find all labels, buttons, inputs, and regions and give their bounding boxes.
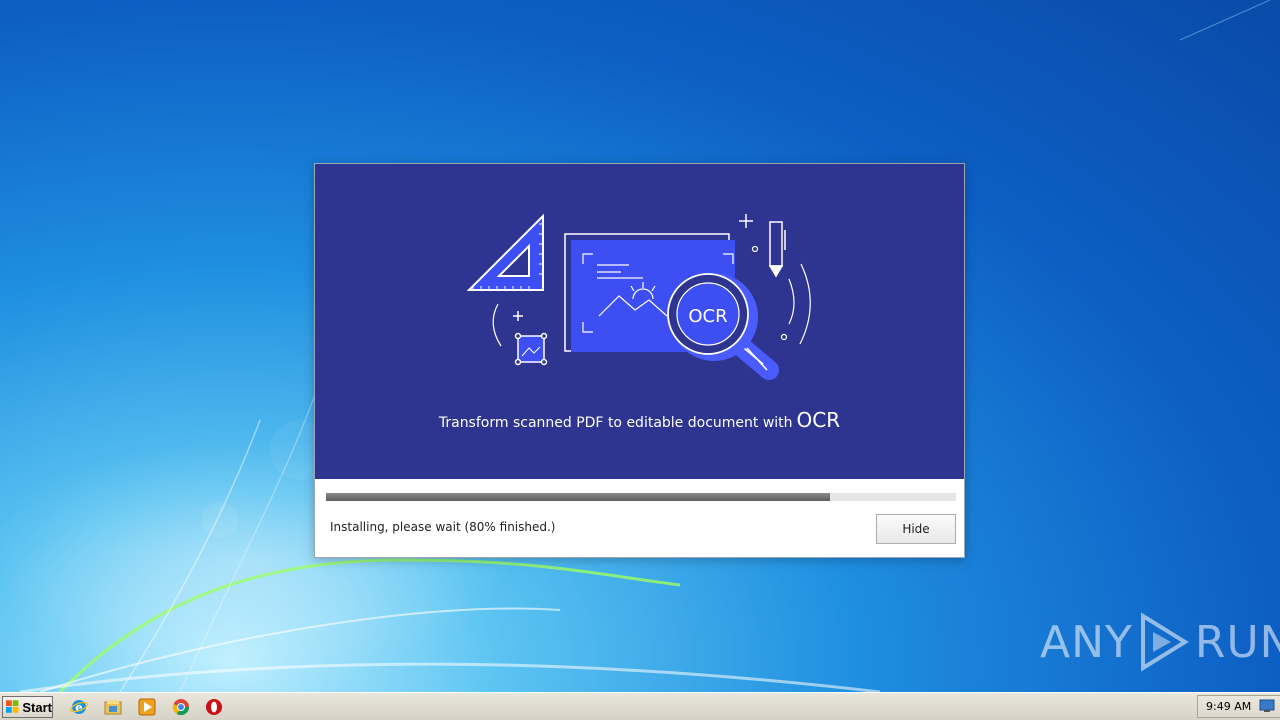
windows-logo-icon xyxy=(6,700,19,713)
installer-dialog: OCR Transform scanned PDF to editable do… xyxy=(314,163,965,558)
play-logo-icon xyxy=(1140,612,1189,672)
ocr-banner: OCR Transform scanned PDF to editable do… xyxy=(315,164,964,479)
file-explorer-icon[interactable] xyxy=(104,698,122,716)
taskbar: Start e 9:49 AM xyxy=(0,692,1280,720)
anyrun-watermark: ANY RUN xyxy=(1040,612,1280,672)
clock[interactable]: 9:49 AM xyxy=(1206,700,1251,713)
tagline: Transform scanned PDF to editable docume… xyxy=(315,408,964,432)
tagline-text: Transform scanned PDF to editable docume… xyxy=(438,415,793,431)
pen-icon xyxy=(768,221,786,278)
media-player-icon[interactable] xyxy=(138,698,156,716)
system-tray: 9:49 AM xyxy=(1197,695,1280,718)
start-button[interactable]: Start xyxy=(2,696,53,718)
watermark-left: ANY xyxy=(1040,616,1133,668)
opera-icon[interactable] xyxy=(205,698,223,716)
show-desktop-icon[interactable] xyxy=(1259,699,1275,713)
install-status-text: Installing, please wait (80% finished.) xyxy=(330,520,556,534)
ocr-badge-text: OCR xyxy=(688,306,727,327)
watermark-right: RUN xyxy=(1194,616,1280,668)
install-progress-fill xyxy=(326,493,830,501)
image-frame-icon xyxy=(514,332,548,366)
magnifier-icon: OCR xyxy=(667,273,779,380)
desktop: OCR Transform scanned PDF to editable do… xyxy=(0,0,1280,692)
internet-explorer-icon[interactable]: e xyxy=(70,698,88,716)
install-progress-bar xyxy=(326,493,956,501)
hide-button[interactable]: Hide xyxy=(876,514,956,544)
tagline-ocr: OCR xyxy=(796,408,841,432)
chrome-icon[interactable] xyxy=(172,698,190,716)
start-label: Start xyxy=(22,699,52,715)
set-square-icon xyxy=(466,213,544,291)
